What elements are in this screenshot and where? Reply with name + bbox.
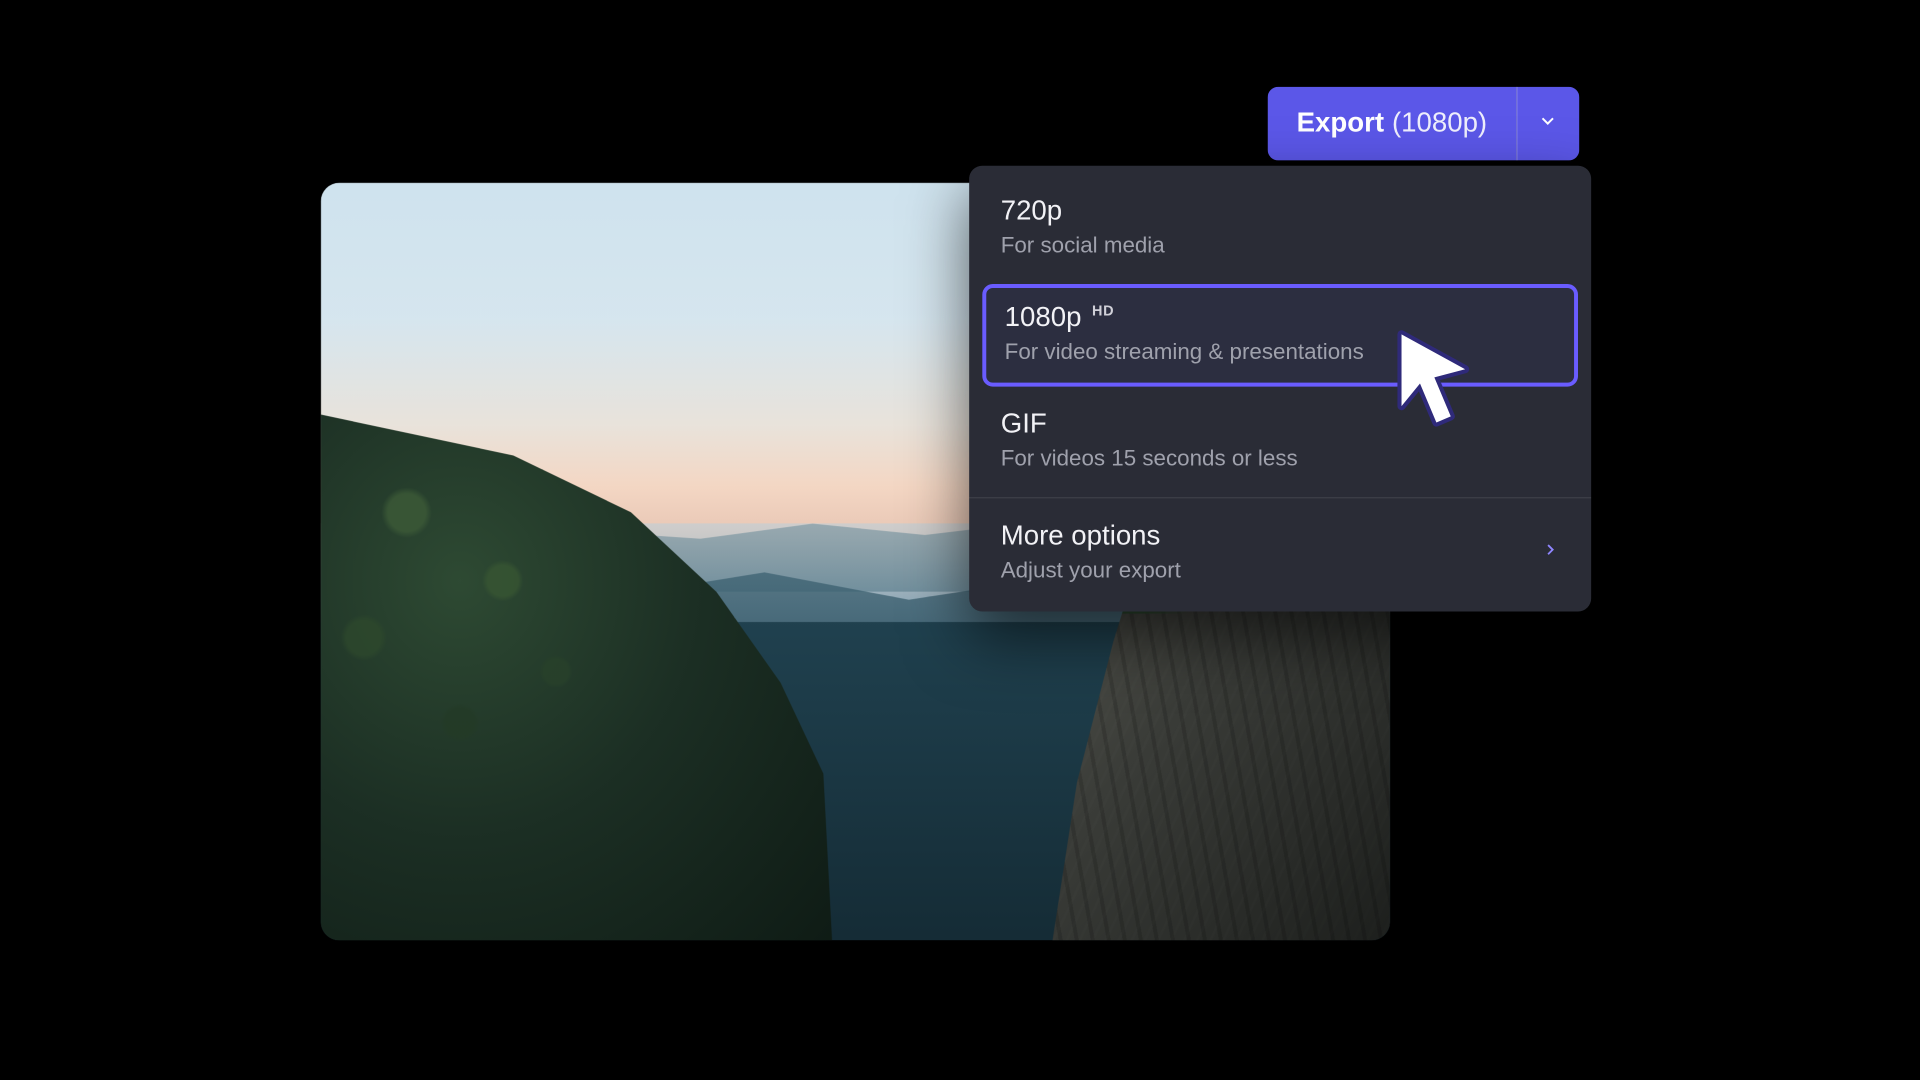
chevron-down-icon: [1538, 110, 1559, 138]
export-button[interactable]: Export (1080p): [1268, 87, 1516, 161]
export-split-button: Export (1080p): [1268, 87, 1580, 161]
export-button-resolution: (1080p): [1392, 108, 1487, 140]
menu-divider: [969, 497, 1591, 498]
export-option-720p[interactable]: 720p For social media: [969, 179, 1591, 279]
export-option-gif[interactable]: GIF For videos 15 seconds or less: [969, 392, 1591, 492]
export-button-label: Export: [1297, 108, 1384, 140]
export-more-options[interactable]: More options Adjust your export: [969, 504, 1591, 604]
export-option-title: 1080p: [1005, 302, 1082, 334]
export-dropdown-toggle[interactable]: [1516, 87, 1579, 161]
more-options-title: More options: [1001, 521, 1181, 553]
export-option-subtitle: For video streaming & presentations: [1005, 339, 1556, 365]
hd-badge: HD: [1092, 304, 1114, 320]
export-option-subtitle: For videos 15 seconds or less: [1001, 446, 1560, 472]
export-option-title: GIF: [1001, 409, 1047, 441]
export-option-1080p[interactable]: 1080p HD For video streaming & presentat…: [982, 284, 1578, 387]
more-options-subtitle: Adjust your export: [1001, 558, 1181, 584]
export-option-subtitle: For social media: [1001, 233, 1560, 259]
export-option-title: 720p: [1001, 196, 1062, 228]
export-options-menu: 720p For social media 1080p HD For video…: [969, 166, 1591, 612]
chevron-right-icon: [1541, 540, 1559, 565]
